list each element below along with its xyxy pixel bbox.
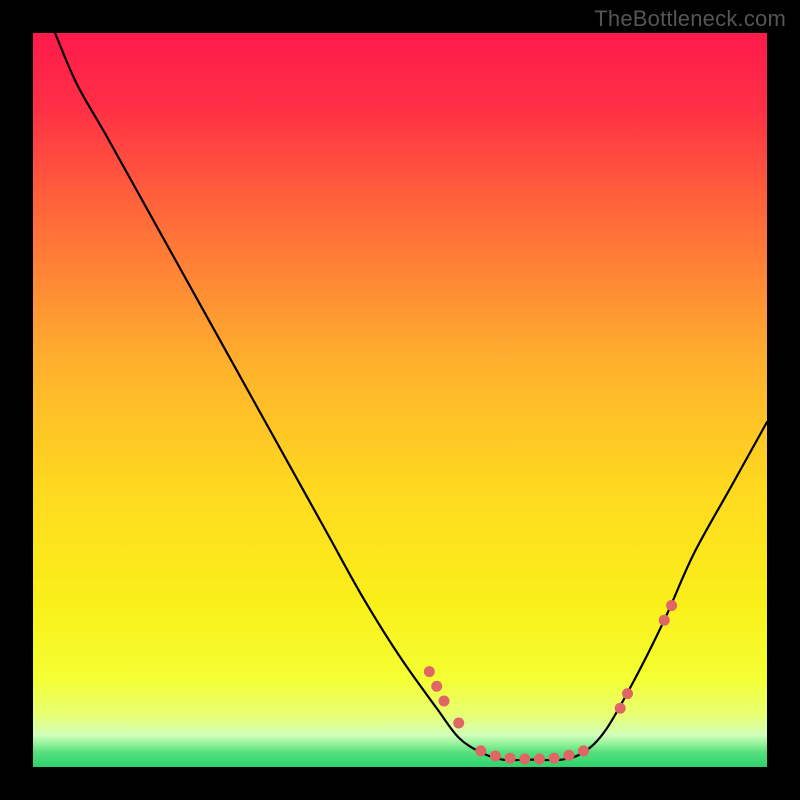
highlight-dot <box>439 695 450 706</box>
highlight-dot <box>622 688 633 699</box>
highlight-dot <box>534 753 545 764</box>
chart-container: TheBottleneck.com <box>0 0 800 800</box>
highlight-dot <box>519 753 530 764</box>
highlight-dot <box>659 615 670 626</box>
highlight-dot <box>578 745 589 756</box>
highlight-dot <box>424 666 435 677</box>
plot-area <box>33 33 767 767</box>
highlight-dot <box>431 681 442 692</box>
highlight-dot <box>549 753 560 764</box>
highlight-dot <box>505 753 516 764</box>
watermark-text: TheBottleneck.com <box>594 6 786 32</box>
bottleneck-curve <box>33 33 767 767</box>
highlight-dot <box>666 600 677 611</box>
highlight-dot <box>453 717 464 728</box>
highlight-dot <box>475 745 486 756</box>
highlight-dot <box>615 703 626 714</box>
highlight-dot <box>490 750 501 761</box>
highlight-dot <box>563 750 574 761</box>
